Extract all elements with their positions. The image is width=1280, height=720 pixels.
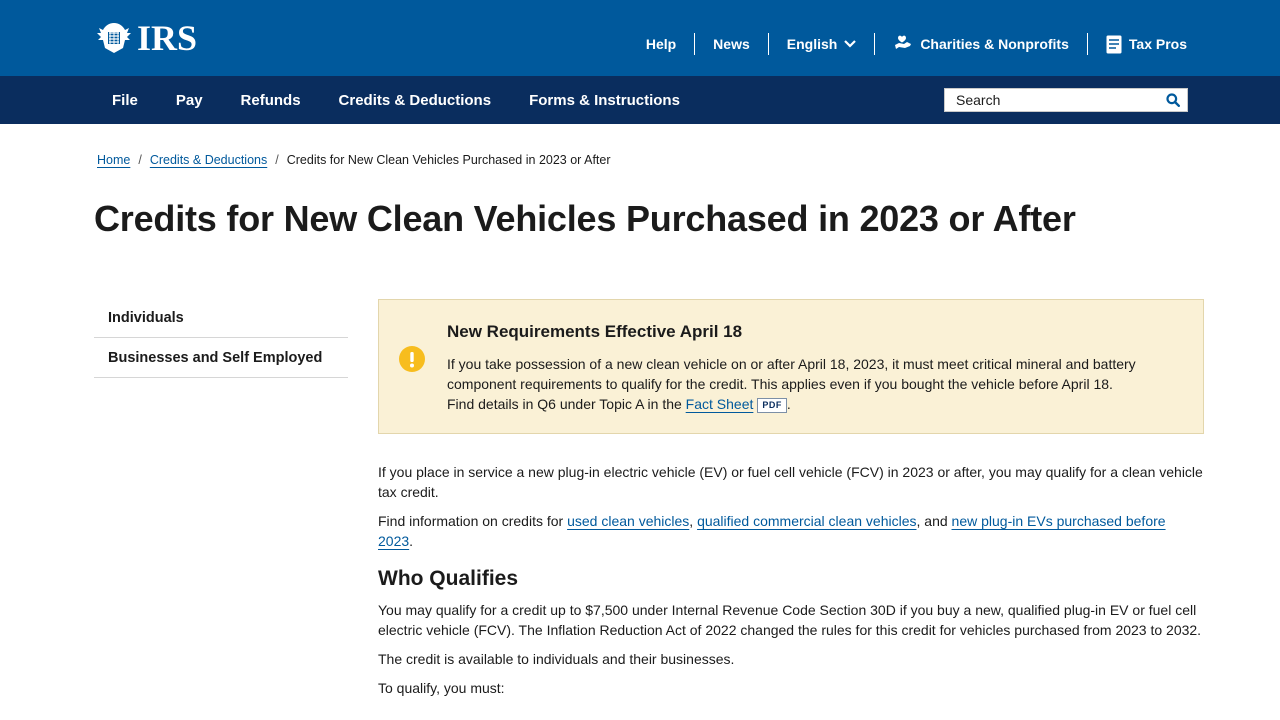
breadcrumb-separator: / [275, 153, 279, 167]
chevron-down-icon [844, 40, 857, 48]
availability-paragraph: The credit is available to individuals a… [378, 651, 735, 667]
period-text: . [409, 533, 414, 549]
breadcrumb-current: Credits for New Clean Vehicles Purchased… [286, 153, 611, 167]
and-text: , and [916, 513, 952, 529]
nav-pay[interactable]: Pay [157, 92, 222, 109]
breadcrumb-separator: / [138, 153, 142, 167]
to-qualify-paragraph: To qualify, you must: [378, 680, 505, 696]
help-link[interactable]: Help [628, 36, 694, 52]
nav-refunds[interactable]: Refunds [222, 92, 320, 109]
helping-hand-icon [895, 35, 912, 49]
search-icon [1166, 93, 1180, 107]
tax-pros-label: Tax Pros [1128, 36, 1187, 52]
search-input[interactable] [945, 89, 1159, 111]
main-nav-items: File Pay Refunds Credits & Deductions Fo… [94, 76, 699, 124]
irs-logo[interactable]: IRS [95, 20, 197, 56]
alert-title: New Requirements Effective April 18 [447, 322, 743, 341]
fact-sheet-link[interactable]: Fact Sheet [686, 396, 754, 412]
exclamation-icon [399, 346, 425, 372]
search-box [944, 88, 1188, 112]
document-icon [1106, 35, 1122, 53]
alert-body: If you take possession of a new clean ve… [447, 354, 1137, 414]
nav-forms-instructions[interactable]: Forms & Instructions [510, 92, 699, 109]
main-content: If you place in service a new plug-in el… [378, 462, 1204, 707]
intro-paragraph: If you place in service a new plug-in el… [378, 464, 1203, 500]
comma-text: , [689, 513, 698, 529]
who-qualifies-heading: Who Qualifies [378, 567, 519, 590]
language-selector[interactable]: English [769, 36, 875, 52]
used-clean-vehicles-link[interactable]: used clean vehicles [567, 513, 689, 529]
charities-label: Charities & Nonprofits [920, 36, 1069, 52]
search-button[interactable] [1159, 89, 1187, 111]
pdf-badge: PDF [757, 398, 787, 413]
language-label: English [786, 36, 838, 52]
utility-nav: Help News English Charities & Nonprofits… [628, 31, 1187, 57]
news-link[interactable]: News [695, 36, 768, 52]
page-title: Credits for New Clean Vehicles Purchased… [94, 198, 1076, 239]
logo-text: IRS [137, 18, 198, 58]
sidebar-item-businesses[interactable]: Businesses and Self Employed [94, 338, 348, 378]
eagle-seal-icon [97, 23, 131, 53]
tax-pros-link[interactable]: Tax Pros [1088, 35, 1187, 54]
nav-credits-deductions[interactable]: Credits & Deductions [320, 92, 511, 109]
alert-banner: New Requirements Effective April 18 If y… [378, 299, 1204, 434]
breadcrumb-home[interactable]: Home [97, 153, 130, 167]
find-info-text: Find information on credits for [378, 513, 568, 529]
sidebar-nav: Individuals Businesses and Self Employed [94, 298, 348, 378]
commercial-clean-vehicles-link[interactable]: qualified commercial clean vehicles [697, 513, 916, 529]
utility-header: IRS Help News English Charities & Nonpro… [0, 0, 1280, 76]
nav-file[interactable]: File [94, 92, 157, 109]
alert-end: . [786, 396, 791, 412]
charities-link[interactable]: Charities & Nonprofits [875, 35, 1087, 53]
who-qualifies-paragraph: You may qualify for a credit up to $7,50… [378, 602, 1202, 638]
breadcrumb-credits-deductions[interactable]: Credits & Deductions [150, 153, 267, 167]
find-info-paragraph: Find information on credits for used cle… [378, 511, 1204, 551]
breadcrumb: Home / Credits & Deductions / Credits fo… [97, 153, 611, 167]
alert-text: If you take possession of a new clean ve… [447, 356, 1136, 412]
sidebar-item-individuals[interactable]: Individuals [94, 298, 348, 338]
